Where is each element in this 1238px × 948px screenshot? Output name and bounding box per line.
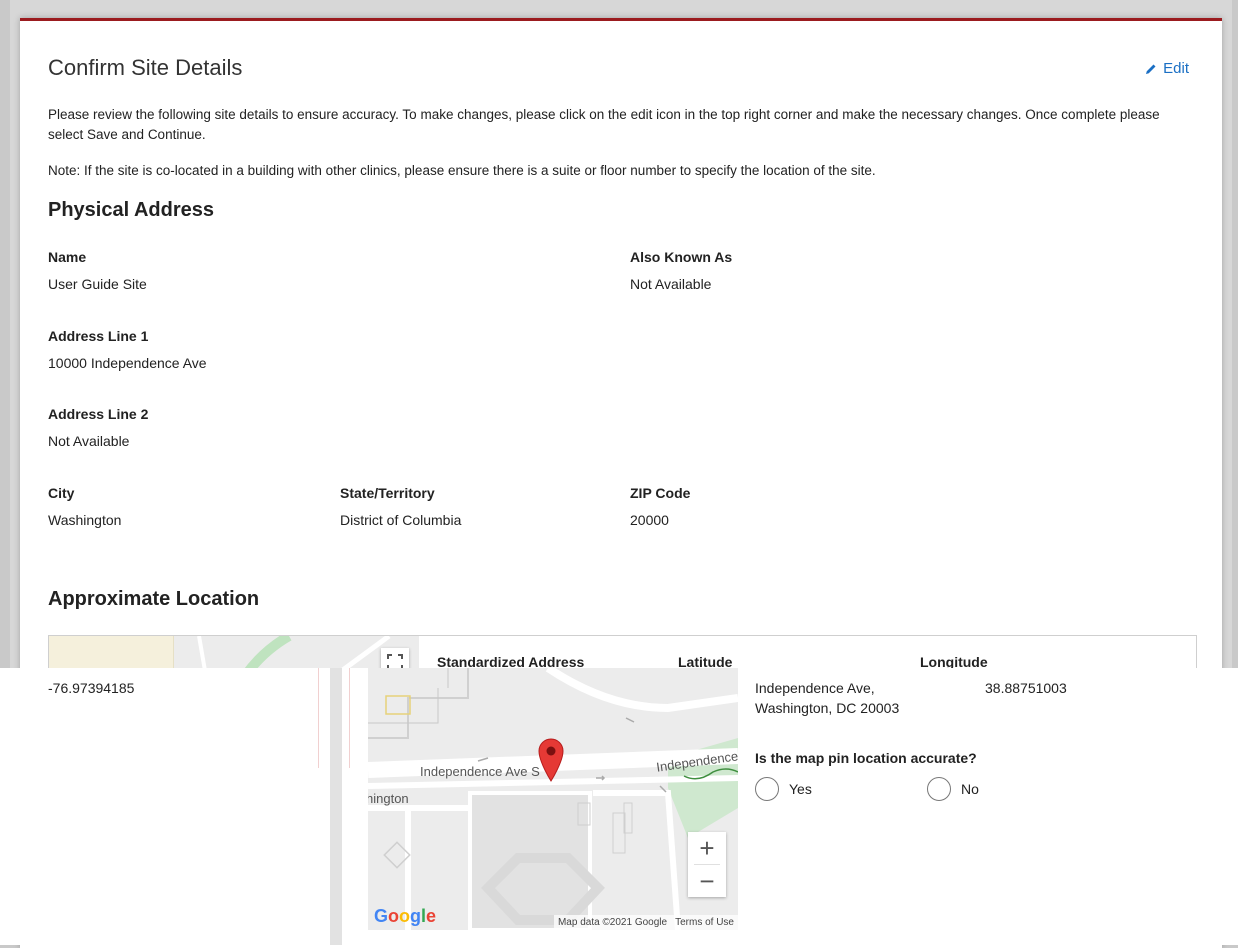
radio-no-label: No: [961, 781, 979, 797]
address-line-2-value: Not Available: [48, 433, 130, 449]
address-line-1-value: 10000 Independence Ave: [48, 355, 207, 371]
radio-no[interactable]: No: [927, 777, 979, 801]
zip-value: 20000: [630, 512, 669, 528]
physical-address-heading: Physical Address: [48, 199, 215, 221]
edit-button[interactable]: Edit: [1145, 60, 1189, 77]
map-pin-icon[interactable]: [538, 738, 564, 782]
map[interactable]: Independence Ave S Independence hington …: [368, 668, 738, 930]
zip-label: ZIP Code: [630, 485, 691, 501]
address-line-1-label: Address Line 1: [48, 328, 149, 344]
address-line-2-label: Address Line 2: [48, 406, 149, 422]
city-value: Washington: [48, 512, 122, 528]
state-label: State/Territory: [340, 485, 435, 501]
pin-accuracy-question: Is the map pin location accurate?: [755, 750, 977, 766]
name-label: Name: [48, 249, 87, 265]
map-label-city: hington: [368, 791, 409, 806]
radio-yes[interactable]: Yes: [755, 777, 812, 801]
zoom-out-button[interactable]: −: [688, 865, 726, 897]
radio-yes-label: Yes: [789, 781, 812, 797]
map-data-credit: Map data ©2021 Google: [557, 917, 668, 928]
note-paragraph: Note: If the site is co-located in a bui…: [48, 163, 876, 178]
map-scrollbar[interactable]: [330, 668, 342, 945]
map-attribution: Map data ©2021 Google Terms of Use: [553, 915, 738, 930]
pencil-icon: [1146, 64, 1156, 74]
edit-label: Edit: [1163, 60, 1189, 77]
standardized-address-line-2: Washington, DC 20003: [755, 700, 900, 716]
zoom-in-button[interactable]: +: [688, 832, 726, 864]
standardized-address-line-1: Independence Ave,: [755, 680, 875, 696]
intro-paragraph: Please review the following site details…: [48, 107, 1160, 142]
terms-of-use-link[interactable]: Terms of Use: [675, 917, 734, 928]
approximate-location-heading: Approximate Location: [48, 588, 260, 610]
longitude-value: -76.97394185: [48, 680, 135, 696]
aka-label: Also Known As: [630, 249, 733, 265]
radio-yes-circle[interactable]: [755, 777, 779, 801]
city-label: City: [48, 485, 75, 501]
latitude-value: 38.88751003: [985, 680, 1067, 696]
aka-value: Not Available: [630, 276, 712, 292]
google-logo: Google: [374, 906, 437, 926]
zoom-controls: + −: [688, 832, 726, 897]
map-label-street-1: Independence Ave S: [420, 764, 540, 779]
page-title: Confirm Site Details: [48, 55, 243, 80]
name-value: User Guide Site: [48, 276, 147, 292]
state-value: District of Columbia: [340, 512, 462, 528]
radio-no-circle[interactable]: [927, 777, 951, 801]
